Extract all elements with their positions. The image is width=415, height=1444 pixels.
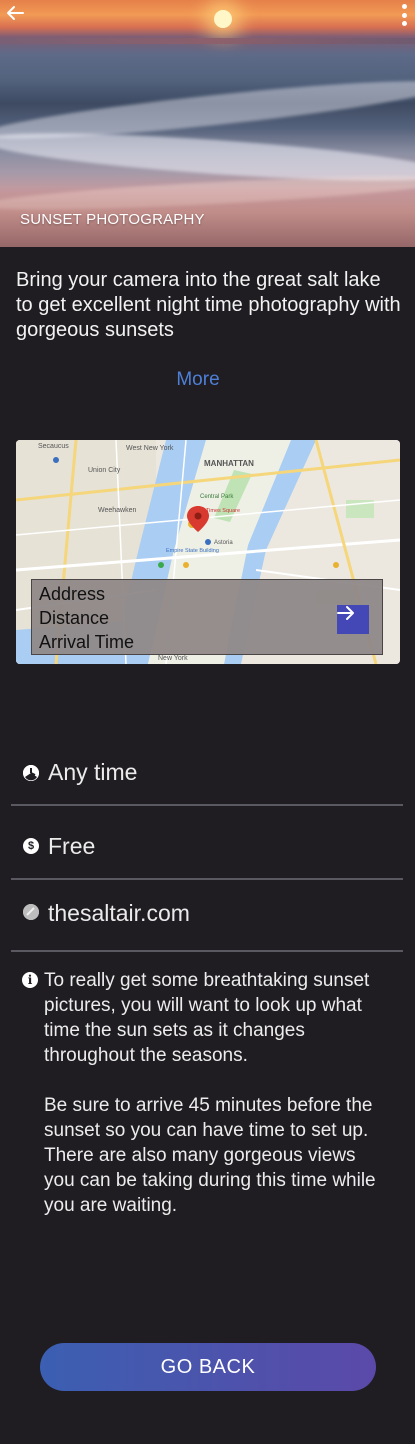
go-back-button[interactable]: GO BACK <box>40 1343 376 1391</box>
activity-description: Bring your camera into the great salt la… <box>16 269 401 341</box>
info-icon: i <box>22 972 38 988</box>
svg-text:Times Square: Times Square <box>206 508 240 514</box>
svg-text:Union City: Union City <box>88 467 121 474</box>
clock-icon <box>23 765 39 781</box>
website-row: thesaltair.com <box>11 896 403 952</box>
hero-image: SUNSET PHOTOGRAPHY <box>0 0 415 247</box>
svg-text:Empire State Building: Empire State Building <box>166 548 219 554</box>
more-options-button[interactable] <box>399 4 409 26</box>
svg-text:Secaucus: Secaucus <box>38 443 69 450</box>
svg-text:Central Park: Central Park <box>200 494 234 500</box>
price-text: Free <box>48 833 96 859</box>
horizon-graphic <box>0 38 415 44</box>
sun-graphic <box>214 10 232 28</box>
tips-text: To really get some breathtaking sunset p… <box>44 968 389 1218</box>
back-button[interactable] <box>4 2 26 24</box>
address-label: Address <box>39 584 106 604</box>
location-map[interactable]: Secaucus Union City Weehawken West New Y… <box>16 440 400 664</box>
tips-paragraph: Be sure to arrive 45 minutes before the … <box>44 1095 376 1216</box>
arrow-right-icon <box>337 606 354 620</box>
svg-text:West New York: West New York <box>126 445 174 452</box>
distance-label: Distance <box>39 608 110 628</box>
svg-text:Astoria: Astoria <box>214 540 233 546</box>
website-link[interactable]: thesaltair.com <box>48 900 190 927</box>
arrival-time-label: Arrival Time <box>39 632 135 652</box>
globe-icon <box>23 904 39 920</box>
route-info-card: Address Distance Arrival Time <box>31 579 383 655</box>
page-title: SUNSET PHOTOGRAPHY <box>20 211 205 228</box>
arrow-left-icon <box>7 6 24 20</box>
more-vertical-icon <box>401 4 407 9</box>
svg-text:MANHATTAN: MANHATTAN <box>204 459 254 468</box>
get-directions-button[interactable] <box>337 605 369 634</box>
tips-paragraph: To really get some breathtaking sunset p… <box>44 970 370 1066</box>
price-row: $ Free <box>11 830 403 880</box>
time-text: Any time <box>48 759 138 785</box>
time-row: Any time <box>11 755 403 806</box>
svg-text:Weehawken: Weehawken <box>98 507 137 514</box>
dollar-icon: $ <box>23 838 39 854</box>
svg-text:New York: New York <box>158 655 188 662</box>
more-link[interactable]: More <box>0 369 396 391</box>
